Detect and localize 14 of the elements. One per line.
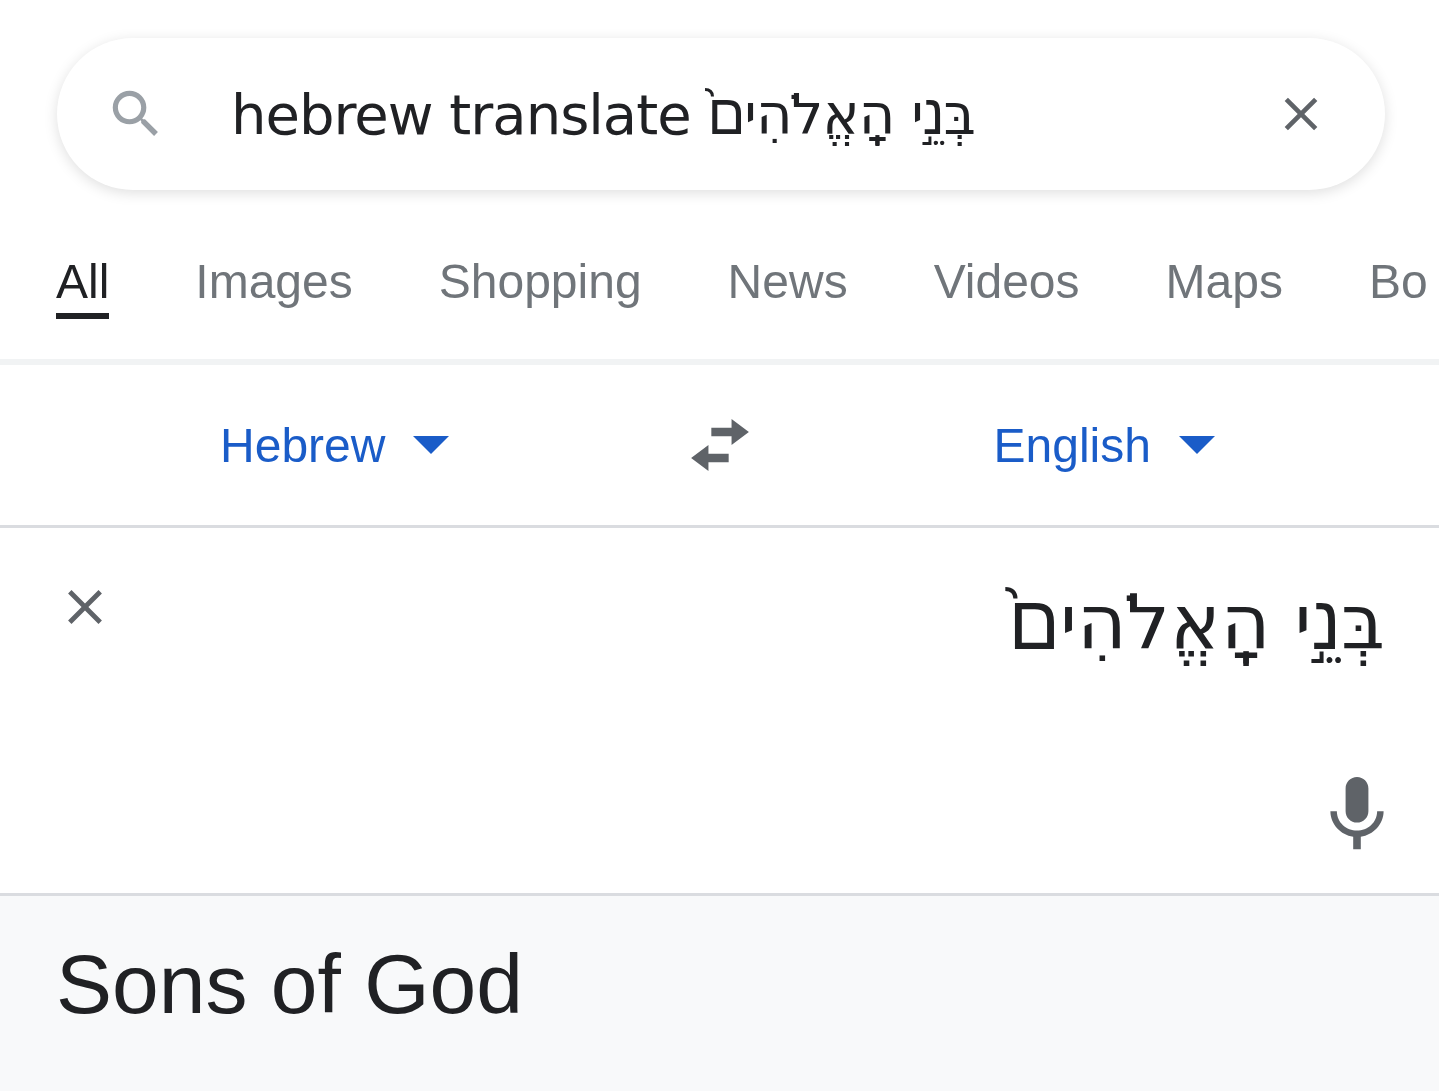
search-tab[interactable]: Images — [195, 244, 353, 319]
search-tab[interactable]: Shopping — [438, 244, 642, 319]
caret-icon — [413, 436, 450, 454]
translation-result: Sons of God — [56, 936, 524, 1033]
search-tab[interactable]: Bo — [1368, 244, 1428, 319]
caret-icon — [1178, 436, 1215, 454]
target-language-dropdown[interactable]: English — [769, 416, 1439, 474]
source-language-dropdown[interactable]: Hebrew — [0, 416, 670, 474]
search-tab[interactable]: Videos — [933, 244, 1080, 319]
search-tab[interactable]: News — [727, 244, 848, 319]
search-field[interactable]: hebrew translate בְּנֵ֣י הָֽאֱלֹהִים֙ — [229, 80, 1211, 148]
search-tab[interactable]: All — [56, 244, 110, 319]
search-bar[interactable]: hebrew translate בְּנֵ֣י הָֽאֱלֹהִים֙ — [57, 38, 1385, 190]
search-tab[interactable]: Maps — [1165, 244, 1283, 319]
